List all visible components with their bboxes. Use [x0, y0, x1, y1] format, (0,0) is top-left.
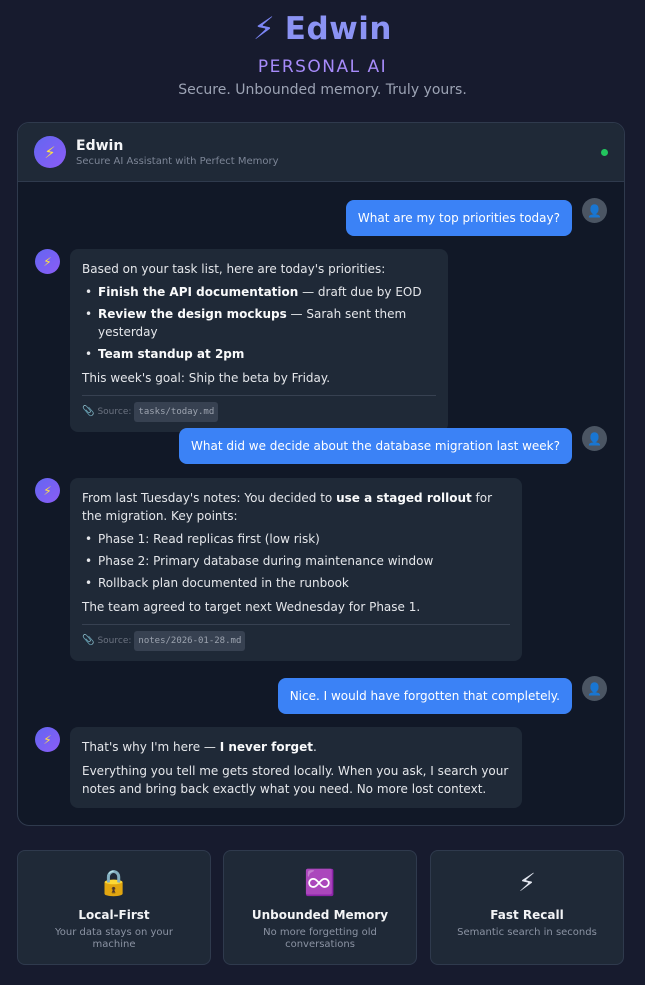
user-message: What did we decide about the database mi…	[18, 426, 624, 466]
source-file-link[interactable]: tasks/today.md	[134, 402, 219, 422]
hero-title-row: ⚡ Edwin	[0, 8, 645, 50]
source-file-link[interactable]: notes/2026-01-28.md	[134, 631, 246, 651]
feature-card-local-first: 🔒 Local-First Your data stays on your ma…	[17, 850, 211, 965]
user-message-bubble: What did we decide about the database mi…	[179, 428, 572, 464]
online-status-dot	[601, 148, 608, 156]
user-avatar-icon: 👤	[582, 198, 607, 223]
hero-header: ⚡ Edwin PERSONAL AI Secure. Unbounded me…	[0, 8, 645, 98]
message-text-part: From last Tuesday's notes: You decided t…	[82, 491, 337, 505]
user-avatar-icon: 👤	[582, 426, 607, 451]
message-text: That's why I'm here — I never forget.	[82, 738, 510, 756]
key-points-list: Phase 1: Read replicas first (low risk) …	[82, 530, 510, 592]
list-item: Phase 1: Read replicas first (low risk)	[82, 530, 510, 548]
assistant-avatar: ⚡	[35, 478, 60, 503]
feature-description: Your data stays on your machine	[55, 927, 173, 950]
assistant-avatar: ⚡	[35, 727, 60, 752]
user-message: What are my top priorities today? 👤	[18, 198, 624, 238]
feature-card-unbounded-memory: ♾️ Unbounded Memory No more forgetting o…	[223, 850, 417, 965]
list-item-bold: Review the design mockups	[98, 307, 287, 321]
message-text: Everything you tell me gets stored local…	[82, 764, 509, 796]
message-text: From last Tuesday's notes: You decided t…	[82, 489, 510, 525]
assistant-avatar: ⚡	[35, 249, 60, 274]
lightning-icon: ⚡	[43, 254, 52, 269]
priority-list: Finish the API documentation — draft due…	[82, 283, 436, 363]
user-avatar-icon: 👤	[582, 676, 607, 701]
paperclip-icon: 📎	[82, 406, 95, 417]
feature-description: Semantic search in seconds	[457, 927, 597, 938]
chat-header: ⚡ Edwin Secure AI Assistant with Perfect…	[18, 123, 624, 182]
list-item-bold: Finish the API documentation	[98, 285, 299, 299]
assistant-name: Edwin	[76, 137, 124, 154]
lightning-icon: ⚡	[43, 732, 52, 747]
message-text-part: .	[312, 740, 317, 754]
assistant-message-bubble: That's why I'm here — I never forget. Ev…	[70, 727, 522, 808]
feature-card-fast-recall: ⚡ Fast Recall Semantic search in seconds	[430, 850, 624, 965]
list-item: Finish the API documentation — draft due…	[82, 283, 436, 301]
feature-title: Local-First	[78, 908, 150, 922]
assistant-avatar: ⚡	[34, 136, 66, 168]
feature-cards: 🔒 Local-First Your data stays on your ma…	[17, 850, 625, 965]
paperclip-icon: 📎	[82, 635, 95, 646]
user-message-bubble: What are my top priorities today?	[345, 200, 572, 236]
source-reference: 📎 Source: tasks/today.md	[82, 395, 436, 422]
list-item-text: — draft due by EOD	[298, 285, 422, 299]
list-item: Team standup at 2pm	[82, 345, 436, 363]
infinity-icon: ♾️	[304, 868, 336, 897]
list-item: Phase 2: Primary database during mainten…	[82, 552, 510, 570]
message-text: This week's goal: Ship the beta by Frida…	[82, 371, 331, 385]
source-label: Source:	[97, 636, 132, 646]
feature-title: Unbounded Memory	[251, 908, 389, 922]
lock-icon: 🔒	[98, 868, 130, 897]
chat-window: ⚡ Edwin Secure AI Assistant with Perfect…	[17, 122, 625, 826]
user-message: Nice. I would have forgotten that comple…	[18, 676, 624, 716]
app-tagline: Secure. Unbounded memory. Truly yours.	[178, 82, 467, 98]
feature-description: No more forgetting old conversations	[263, 927, 377, 950]
list-item-bold: Team standup at 2pm	[98, 347, 245, 361]
assistant-message-bubble: From last Tuesday's notes: You decided t…	[70, 478, 522, 661]
app-subtitle: PERSONAL AI	[257, 57, 388, 77]
message-text: Based on your task list, here are today'…	[82, 262, 386, 276]
source-label: Source:	[97, 407, 132, 417]
lightning-icon: ⚡	[44, 142, 56, 162]
user-message-bubble: Nice. I would have forgotten that comple…	[277, 678, 572, 714]
app-title: Edwin	[284, 11, 392, 47]
lightning-icon: ⚡	[43, 483, 52, 498]
source-reference: 📎 Source: notes/2026-01-28.md	[82, 624, 510, 651]
message-text-part: That's why I'm here —	[82, 740, 220, 754]
assistant-message-bubble: Based on your task list, here are today'…	[70, 249, 448, 432]
list-item: Review the design mockups — Sarah sent t…	[82, 305, 436, 341]
message-text-bold: I never forget	[219, 740, 313, 754]
chat-header-text: Edwin Secure AI Assistant with Perfect M…	[76, 138, 279, 167]
assistant-description: Secure AI Assistant with Perfect Memory	[76, 155, 279, 167]
lightning-icon: ⚡	[253, 10, 275, 47]
list-item: Rollback plan documented in the runbook	[82, 574, 510, 592]
message-text-bold: use a staged rollout	[336, 491, 472, 505]
lightning-icon: ⚡	[518, 868, 536, 897]
message-text: The team agreed to target next Wednesday…	[82, 600, 421, 614]
feature-title: Fast Recall	[490, 908, 564, 922]
